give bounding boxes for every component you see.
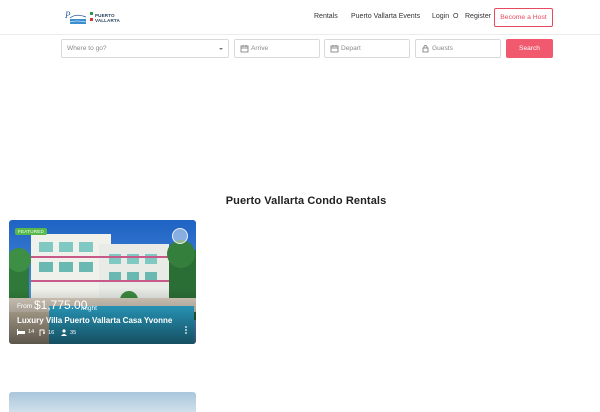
price-prefix: From [17, 303, 33, 310]
bathrooms-count: 16 [48, 329, 55, 336]
guests-placeholder: Guests [432, 45, 453, 52]
listing-photo [9, 220, 196, 344]
calendar-icon [330, 45, 339, 53]
chevron-down-icon [219, 48, 223, 50]
featured-badge: FEATURED [15, 228, 48, 235]
listing-card-next[interactable] [9, 392, 196, 412]
nav-login[interactable]: Login [432, 13, 449, 20]
bedrooms-meta: 14 [17, 329, 34, 335]
nav-rentals[interactable]: Rentals [314, 13, 338, 20]
arrive-input[interactable]: Arrive [234, 39, 320, 58]
listing-price: $1,775.00 [34, 298, 88, 312]
bedrooms-count: 14 [28, 329, 35, 335]
logo-flag-icon [90, 12, 93, 21]
listing-card[interactable]: FEATURED [9, 220, 196, 344]
site-logo[interactable]: P PUERTO VALLARTA [64, 9, 122, 27]
depart-placeholder: Depart [341, 45, 361, 52]
user-icon [61, 329, 67, 336]
lock-icon [422, 45, 429, 53]
shower-icon [39, 329, 45, 336]
where-placeholder: Where to go? [67, 45, 107, 52]
logo-wordmark: PUERTO VALLARTA [95, 13, 120, 23]
arrive-placeholder: Arrive [251, 45, 269, 52]
guests-input[interactable]: Guests [415, 39, 501, 58]
search-button[interactable]: Search [506, 39, 553, 58]
bed-icon [17, 329, 25, 335]
logo-mark-icon: P [64, 9, 88, 26]
listing-title[interactable]: Luxury Villa Puerto Vallarta Casa Yvonne [17, 316, 174, 325]
nav-separator: O [453, 13, 459, 20]
calendar-icon [240, 45, 249, 53]
become-host-button[interactable]: Become a Host [494, 8, 553, 27]
where-select[interactable]: Where to go? [61, 39, 229, 58]
guests-count: 35 [70, 329, 77, 336]
nav-events[interactable]: Puerto Vallarta Events [351, 13, 420, 20]
guests-meta: 35 [61, 329, 76, 336]
svg-text:P: P [64, 10, 71, 20]
nav-register[interactable]: Register [465, 13, 491, 20]
depart-input[interactable]: Depart [324, 39, 410, 58]
price-suffix: /night [81, 305, 97, 312]
bathrooms-meta: 16 [39, 329, 54, 336]
logo-line-2: VALLARTA [95, 18, 120, 23]
favorite-button[interactable] [172, 228, 188, 244]
section-title: Puerto Vallarta Condo Rentals [225, 195, 387, 207]
more-options-icon[interactable] [185, 326, 187, 334]
site-header: P PUERTO VALLARTA Rentals Puerto Vallart… [0, 0, 600, 35]
